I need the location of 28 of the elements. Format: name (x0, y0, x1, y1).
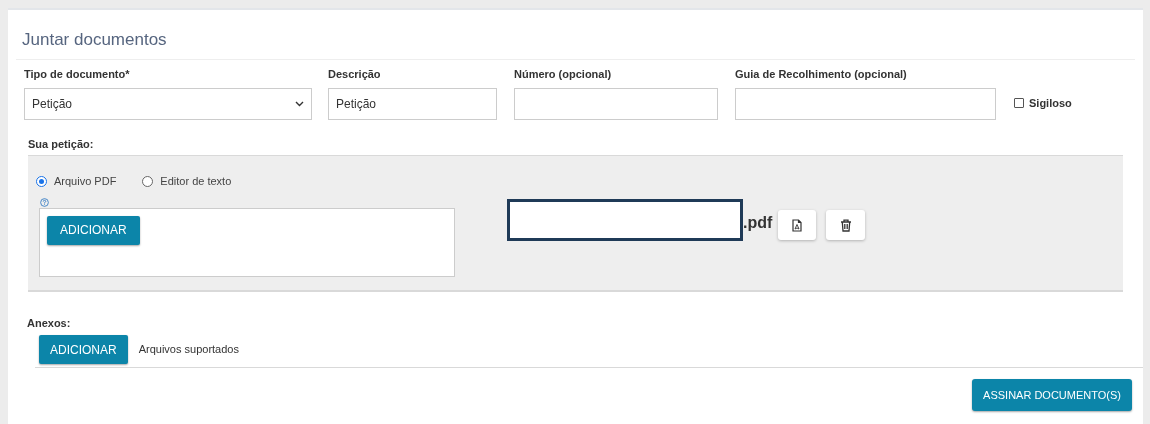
checkbox[interactable] (1014, 98, 1024, 109)
checkbox-label: Sigiloso (1029, 96, 1072, 111)
document-type-select[interactable]: Petição (24, 88, 312, 120)
radio-button[interactable] (142, 175, 154, 187)
panel-title: Juntar documentos (22, 29, 168, 51)
field-label: Tipo de documento* (24, 68, 131, 81)
sign-documents-button[interactable]: ASSINAR DOCUMENTO(S) (972, 379, 1132, 411)
radio-label: Arquivo PDF (54, 174, 117, 189)
pdf-button[interactable] (778, 210, 817, 240)
delete-button[interactable] (826, 210, 866, 240)
field-label: Descrição (328, 68, 382, 81)
radio-button[interactable] (36, 175, 47, 187)
section-label: Sua petição: (28, 137, 95, 151)
add-button[interactable]: ADICIONAR (39, 335, 128, 364)
help-icon[interactable] (40, 197, 49, 207)
add-button[interactable]: ADICIONAR (47, 215, 140, 245)
text-field[interactable] (735, 88, 996, 120)
field-label: Guia de Recolhimento (opcional) (735, 68, 908, 81)
chevron-down-icon (295, 101, 304, 107)
pdf-file-icon (792, 218, 803, 232)
section-label: Anexos: (27, 316, 72, 330)
file-name: .pdf (743, 214, 773, 232)
text-field[interactable] (514, 88, 718, 120)
supported-files-link[interactable]: Arquivos suportados (138, 341, 239, 358)
field-label: Número (opcional) (514, 68, 613, 81)
text-field[interactable]: Petição (328, 88, 497, 120)
radio-label: Editor de texto (160, 174, 232, 189)
trash-icon (839, 218, 852, 232)
